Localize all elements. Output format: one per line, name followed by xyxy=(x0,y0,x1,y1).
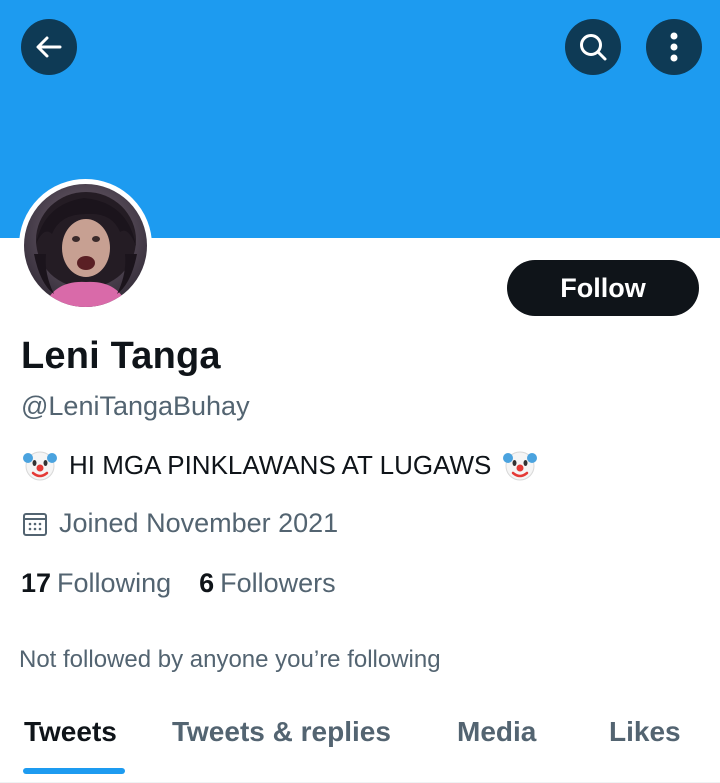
following-link[interactable]: 17 Following xyxy=(21,568,171,599)
followers-count: 6 xyxy=(199,568,215,598)
tab-likes[interactable]: Likes xyxy=(609,716,681,748)
avatar[interactable] xyxy=(19,179,152,312)
calendar-icon xyxy=(23,512,47,536)
arrow-left-icon xyxy=(36,36,62,58)
follow-stats: 17 Following 6 Followers xyxy=(21,568,336,599)
avatar-image xyxy=(24,184,147,307)
followers-label: Followers xyxy=(220,568,336,598)
following-label: Following xyxy=(57,568,172,598)
more-vertical-icon xyxy=(670,32,678,62)
following-count: 17 xyxy=(21,568,52,598)
profile-bio: HI MGA PINKLAWANS AT LUGAWS xyxy=(21,446,539,484)
clown-face-emoji-icon xyxy=(503,451,538,481)
not-followed-notice: Not followed by anyone you’re following xyxy=(19,646,441,673)
user-handle: @LeniTangaBuhay xyxy=(21,391,250,421)
followers-link[interactable]: 6 Followers xyxy=(199,568,336,599)
back-button[interactable] xyxy=(21,19,77,75)
active-tab-indicator xyxy=(23,768,125,774)
tab-tweets-replies[interactable]: Tweets & replies xyxy=(172,716,391,748)
display-name: Leni Tanga xyxy=(21,335,221,377)
search-button[interactable] xyxy=(565,19,621,75)
clown-face-emoji-icon xyxy=(23,451,57,481)
bio-text: HI MGA PINKLAWANS AT LUGAWS xyxy=(69,449,492,480)
joined-date: Joined November 2021 xyxy=(21,508,338,539)
follow-button[interactable]: Follow xyxy=(507,260,699,316)
tab-tweets[interactable]: Tweets xyxy=(24,716,117,748)
tab-media[interactable]: Media xyxy=(457,716,536,748)
more-button[interactable] xyxy=(646,19,702,75)
profile-tabs: Tweets Tweets & replies Media Likes xyxy=(0,700,720,783)
search-icon xyxy=(580,34,607,61)
joined-text: Joined November 2021 xyxy=(59,508,339,538)
